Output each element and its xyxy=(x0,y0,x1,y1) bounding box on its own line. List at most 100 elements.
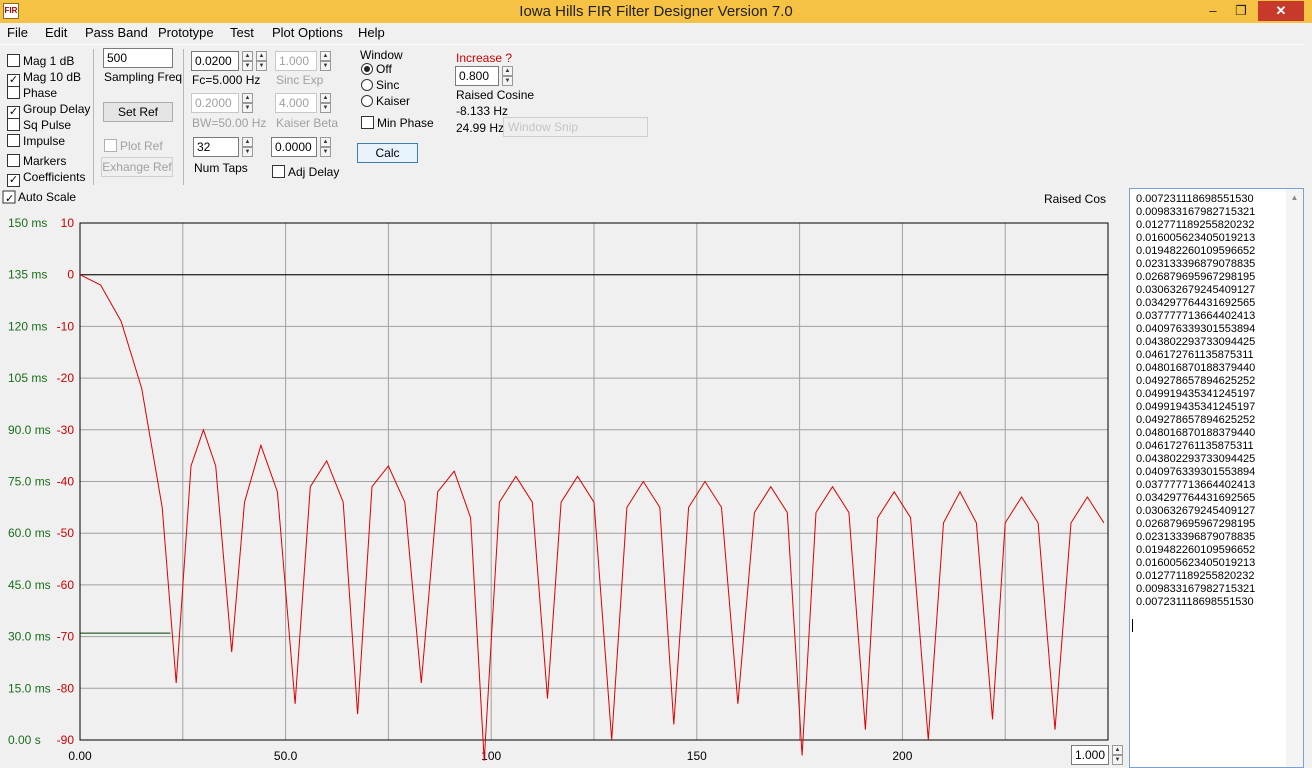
min-phase-checkbox[interactable]: Min Phase xyxy=(361,116,434,130)
fc-label: Fc=5.000 Hz xyxy=(192,73,261,87)
sq-pulse-checkbox[interactable]: Sq Pulse xyxy=(7,118,71,132)
menu-file[interactable]: File xyxy=(7,25,28,40)
plot-ref-checkbox[interactable]: Plot Ref xyxy=(104,139,163,153)
spin-down-icon[interactable]: ▼ xyxy=(242,61,253,71)
menu-bar: File Edit Pass Band Prototype Test Plot … xyxy=(0,23,1312,43)
spin-down-icon[interactable]: ▼ xyxy=(320,103,331,113)
num-taps-spinner[interactable]: ▲ ▼ xyxy=(242,137,253,157)
mag-10db-checkbox[interactable]: ✓ Mag 10 dB xyxy=(7,70,81,87)
checkbox-box xyxy=(7,86,20,99)
menu-help[interactable]: Help xyxy=(358,25,385,40)
checkbox-label: Group Delay xyxy=(23,102,91,116)
bw-spinner[interactable]: ▲ ▼ xyxy=(242,93,253,113)
window-snip-button[interactable]: Window Snip xyxy=(503,117,648,137)
spin-down-icon[interactable]: ▼ xyxy=(320,147,331,157)
coefficient-row: 0.023133396879078835 xyxy=(1136,531,1256,543)
sinc-exp-input[interactable]: 1.000 xyxy=(275,51,317,71)
spin-up-icon[interactable]: ▲ xyxy=(320,137,331,147)
prototype-line2: 24.99 Hz xyxy=(456,121,505,135)
sampling-freq-label: Sampling Freq xyxy=(104,70,183,84)
menu-prototype[interactable]: Prototype xyxy=(158,25,214,40)
adj-delay-input[interactable]: 0.0000 xyxy=(271,137,317,157)
window-kaiser-radio[interactable]: Kaiser xyxy=(361,94,410,108)
impulse-checkbox[interactable]: Impulse xyxy=(7,134,65,148)
mag-1db-checkbox[interactable]: Mag 1 dB xyxy=(7,54,74,68)
increase-input[interactable]: 0.800 xyxy=(455,66,499,86)
spin-up-icon[interactable]: ▲ xyxy=(242,51,253,61)
db-tick-label: -70 xyxy=(57,630,75,644)
spin-down-icon[interactable]: ▼ xyxy=(1112,755,1123,765)
coefficient-row: 0.043802293733094425 xyxy=(1136,336,1256,348)
response-chart: 150 ms 135 ms 120 ms 105 ms 90.0 ms 75.0 ms 60… xyxy=(2,190,1109,763)
set-ref-button[interactable]: Set Ref xyxy=(103,102,173,122)
menu-test[interactable]: Test xyxy=(230,25,254,40)
radio-dot xyxy=(361,79,373,91)
spin-down-icon[interactable]: ▼ xyxy=(502,76,513,86)
close-button[interactable]: ✕ xyxy=(1258,1,1304,21)
spin-down-icon[interactable]: ▼ xyxy=(242,103,253,113)
scroll-up-icon[interactable]: ▲ xyxy=(1286,193,1303,202)
coefficients-panel[interactable]: 0.007231118698551530 0.009833167982715321… xyxy=(1129,188,1304,768)
menu-edit[interactable]: Edit xyxy=(45,25,67,40)
kaiser-beta-input[interactable]: 4.000 xyxy=(275,93,317,113)
sampling-freq-input[interactable]: 500 xyxy=(103,48,173,68)
coefficient-row: 0.009833167982715321 xyxy=(1136,206,1256,218)
coefficient-row: 0.049919435341245197 xyxy=(1136,401,1256,413)
window-group-label: Window xyxy=(360,48,403,62)
panel-divider xyxy=(93,49,94,185)
exchange-ref-button[interactable]: Exhange Ref xyxy=(101,157,173,177)
maximize-button[interactable]: ❐ xyxy=(1228,1,1254,21)
phase-checkbox[interactable]: Phase xyxy=(7,86,57,100)
kaiser-beta-spinner[interactable]: ▲ ▼ xyxy=(320,93,331,113)
radio-dot xyxy=(361,63,373,75)
delay-tick-label: 120 ms xyxy=(8,319,47,333)
db-tick-label: 0 xyxy=(67,268,74,282)
bw-label: BW=50.00 Hz xyxy=(192,116,267,130)
coefficients-checkbox[interactable]: ✓ Coefficients xyxy=(7,170,85,187)
coefficient-row: 0.037777713664402413 xyxy=(1136,479,1256,491)
fc-input[interactable]: 0.0200 xyxy=(191,51,239,71)
bw-input[interactable]: 0.2000 xyxy=(191,93,239,113)
coefficient-row: 0.049919435341245197 xyxy=(1136,388,1256,400)
coefficient-row: 0.049278657894625252 xyxy=(1136,375,1256,387)
spin-up-icon[interactable]: ▲ xyxy=(320,93,331,103)
fc-spinner[interactable]: ▲ ▼ xyxy=(242,51,253,71)
markers-checkbox[interactable]: Markers xyxy=(7,154,66,168)
menu-plot-options[interactable]: Plot Options xyxy=(272,25,343,40)
menu-pass-band[interactable]: Pass Band xyxy=(85,25,148,40)
increase-label: Increase ? xyxy=(456,51,513,65)
delay-tick-label: 135 ms xyxy=(8,268,47,282)
spin-up-icon[interactable]: ▲ xyxy=(320,51,331,61)
calc-button[interactable]: Calc xyxy=(357,143,418,163)
spin-down-icon[interactable]: ▼ xyxy=(256,61,267,71)
db-tick-label: -10 xyxy=(57,319,75,333)
spin-up-icon[interactable]: ▲ xyxy=(502,66,513,76)
adj-delay-spinner[interactable]: ▲ ▼ xyxy=(320,137,331,157)
adj-delay-checkbox[interactable]: Adj Delay xyxy=(272,165,339,179)
checkbox-box xyxy=(7,134,20,147)
minimize-button[interactable]: – xyxy=(1200,1,1226,21)
checkbox-box xyxy=(7,54,20,67)
zoom-input[interactable]: 1.000 xyxy=(1071,745,1109,765)
spin-up-icon[interactable]: ▲ xyxy=(242,93,253,103)
spin-up-icon[interactable]: ▲ xyxy=(1112,745,1123,755)
sinc-exp-spinner[interactable]: ▲ ▼ xyxy=(320,51,331,71)
spin-up-icon[interactable]: ▲ xyxy=(256,51,267,61)
spin-down-icon[interactable]: ▼ xyxy=(242,147,253,157)
db-tick-label: -20 xyxy=(57,371,75,385)
zoom-spinner[interactable]: ▲ ▼ xyxy=(1112,745,1123,765)
window-off-radio[interactable]: Off xyxy=(361,62,392,76)
num-taps-input[interactable]: 32 xyxy=(193,137,239,157)
spin-down-icon[interactable]: ▼ xyxy=(320,61,331,71)
spin-up-icon[interactable]: ▲ xyxy=(242,137,253,147)
kaiser-beta-label: Kaiser Beta xyxy=(276,116,339,130)
group-delay-checkbox[interactable]: ✓ Group Delay xyxy=(7,102,90,119)
coefficient-row: 0.048016870188379440 xyxy=(1136,362,1256,374)
db-tick-label: -40 xyxy=(57,475,75,489)
fc-step-spinner[interactable]: ▲ ▼ xyxy=(256,51,267,71)
checkbox-box xyxy=(104,139,117,152)
window-sinc-radio[interactable]: Sinc xyxy=(361,78,399,92)
checkbox-label: Phase xyxy=(23,86,58,100)
coefficients-scrollbar[interactable]: ▲ xyxy=(1286,189,1303,767)
increase-spinner[interactable]: ▲ ▼ xyxy=(502,66,513,86)
